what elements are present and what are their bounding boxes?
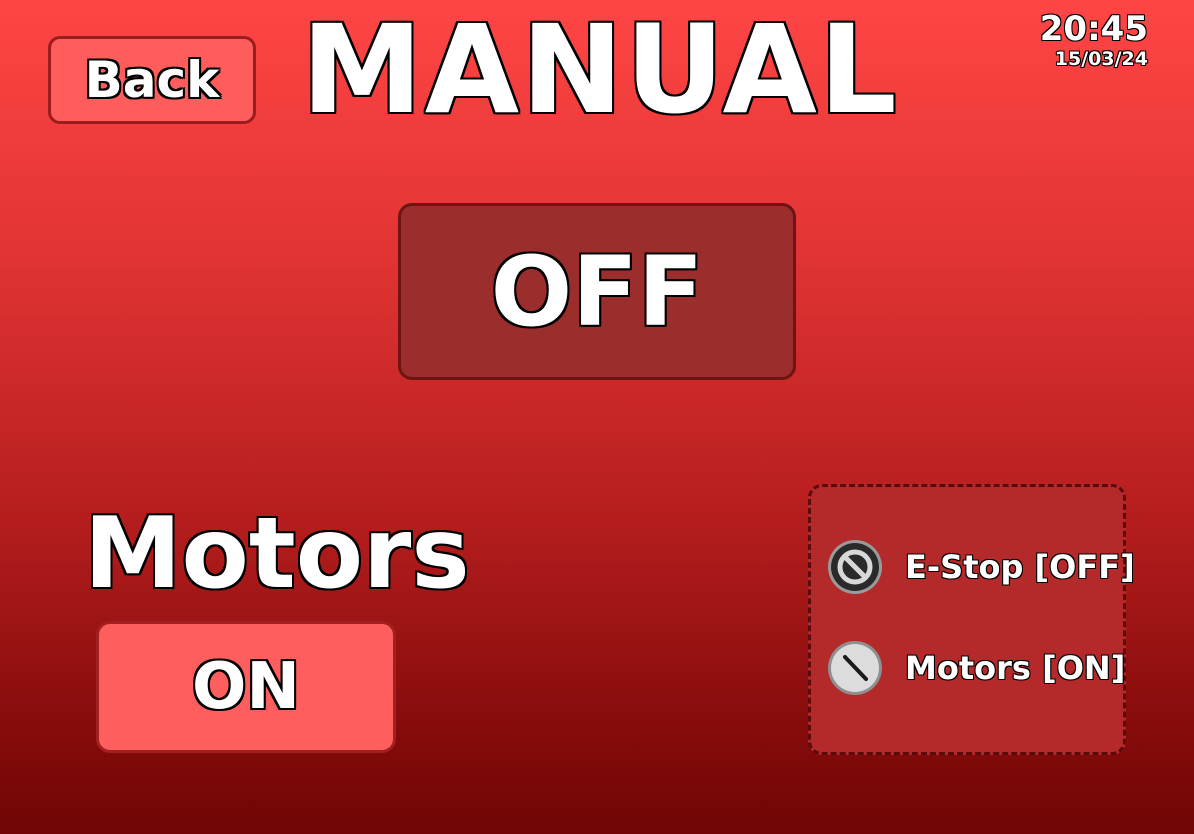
motors-status-icon	[828, 641, 882, 695]
estop-prohibited-icon	[828, 540, 882, 594]
back-button[interactable]: Back	[48, 36, 256, 124]
motors-label: Motors	[84, 497, 470, 611]
status-panel: E-Stop [OFF] Motors [ON]	[808, 484, 1135, 755]
mode-toggle-button[interactable]: OFF	[398, 203, 796, 380]
status-item-motors-label: Motors [ON]	[905, 649, 1126, 687]
clock-time: 20:45	[1039, 9, 1148, 49]
status-item-estop-label: E-Stop [OFF]	[905, 548, 1135, 586]
clock: 20:45 15/03/24	[1008, 10, 1148, 70]
motors-toggle-button[interactable]: ON	[96, 621, 396, 753]
page-title: MANUAL	[301, 0, 899, 141]
status-item-estop: E-Stop [OFF]	[827, 539, 1135, 595]
status-item-motors: Motors [ON]	[827, 640, 1125, 696]
clock-date: 15/03/24	[1054, 48, 1148, 70]
